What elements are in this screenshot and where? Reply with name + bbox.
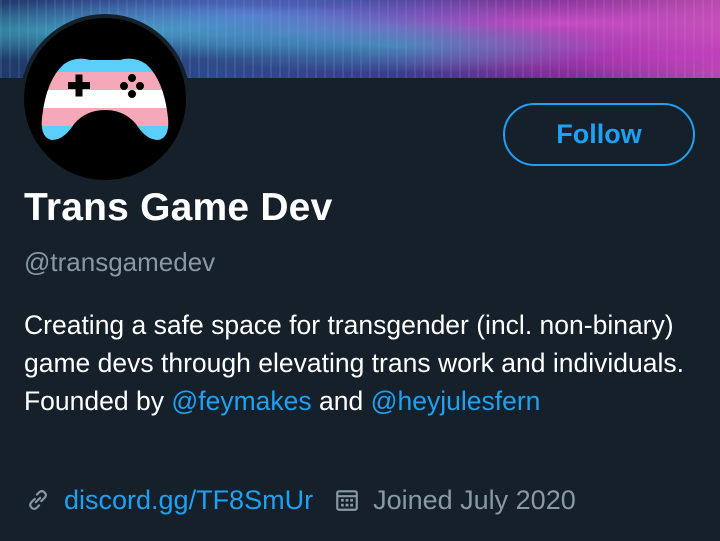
mention-link-feymakes[interactable]: @feymakes [171,386,311,416]
calendar-icon [333,486,361,514]
follow-button[interactable]: Follow [503,103,695,166]
trans-flag-gamepad-logo-icon [41,58,169,140]
avatar[interactable] [20,14,190,184]
bio-text-and: and [311,386,371,416]
profile-handle: @transgamedev [24,247,216,277]
link-icon [24,486,52,514]
website-link[interactable]: discord.gg/TF8SmUr [64,485,313,516]
profile-name: Trans Game Dev [24,186,333,229]
profile-bio: Creating a safe space for transgender (i… [24,306,704,420]
mention-link-heyjulesfern[interactable]: @heyjulesfern [371,386,541,416]
joined-date: Joined July 2020 [373,484,576,515]
profile-meta: discord.gg/TF8SmUr Joined July 2020 [24,480,576,520]
